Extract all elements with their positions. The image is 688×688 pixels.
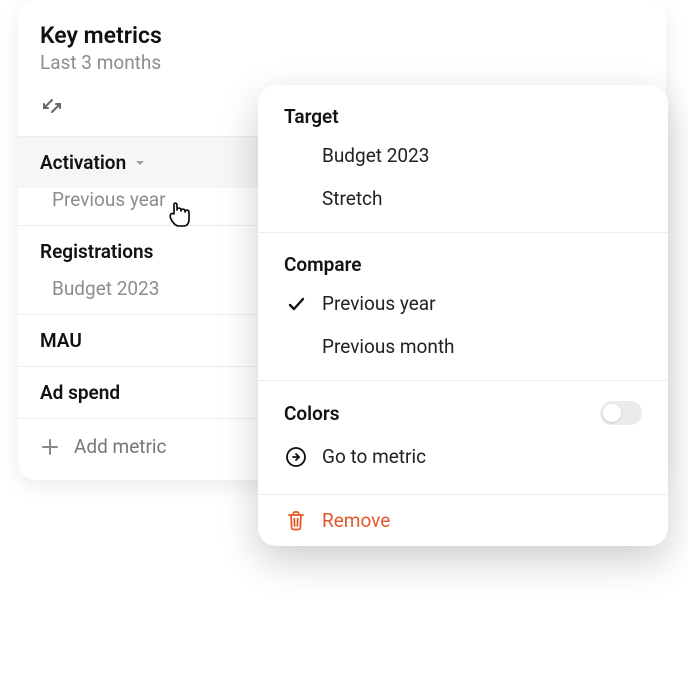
chevron-down-icon [134,157,146,169]
metric-label: Ad spend [40,381,120,404]
metric-context-popover: Target Budget 2023 Stretch Compare Previ… [258,85,668,546]
toggle-knob [603,404,621,422]
metric-label: Registrations [40,240,153,263]
compare-item-label: Previous year [322,292,436,315]
compare-item-label: Previous month [322,335,455,358]
compare-item-previous-month[interactable]: Previous month [258,325,668,368]
trash-icon [284,510,308,532]
compare-heading: Compare [258,253,668,282]
target-item-label: Budget 2023 [322,144,429,167]
target-item-label: Stretch [322,187,382,210]
metric-label: Activation [40,151,126,174]
colors-section: Colors Go to metric [258,381,668,495]
colors-heading: Colors [284,402,339,425]
metric-label: MAU [40,329,82,352]
colors-toggle[interactable] [600,401,642,425]
plus-icon [40,437,60,457]
panel-title: Key metrics [40,22,644,49]
target-heading: Target [258,105,668,134]
panel-subtitle: Last 3 months [40,51,644,74]
panel-header: Key metrics Last 3 months [18,22,666,80]
compare-section: Compare Previous year Previous month [258,233,668,381]
go-to-metric-label: Go to metric [322,445,426,468]
remove-button[interactable]: Remove [258,495,668,546]
target-item-budget-2023[interactable]: Budget 2023 [258,134,668,177]
check-icon [284,294,308,314]
remove-label: Remove [322,509,390,532]
arrow-circle-right-icon [284,446,308,468]
swap-icon[interactable] [40,94,64,118]
target-section: Target Budget 2023 Stretch [258,85,668,233]
target-item-stretch[interactable]: Stretch [258,177,668,220]
add-metric-label: Add metric [74,435,167,458]
go-to-metric-button[interactable]: Go to metric [258,431,668,482]
compare-item-previous-year[interactable]: Previous year [258,282,668,325]
